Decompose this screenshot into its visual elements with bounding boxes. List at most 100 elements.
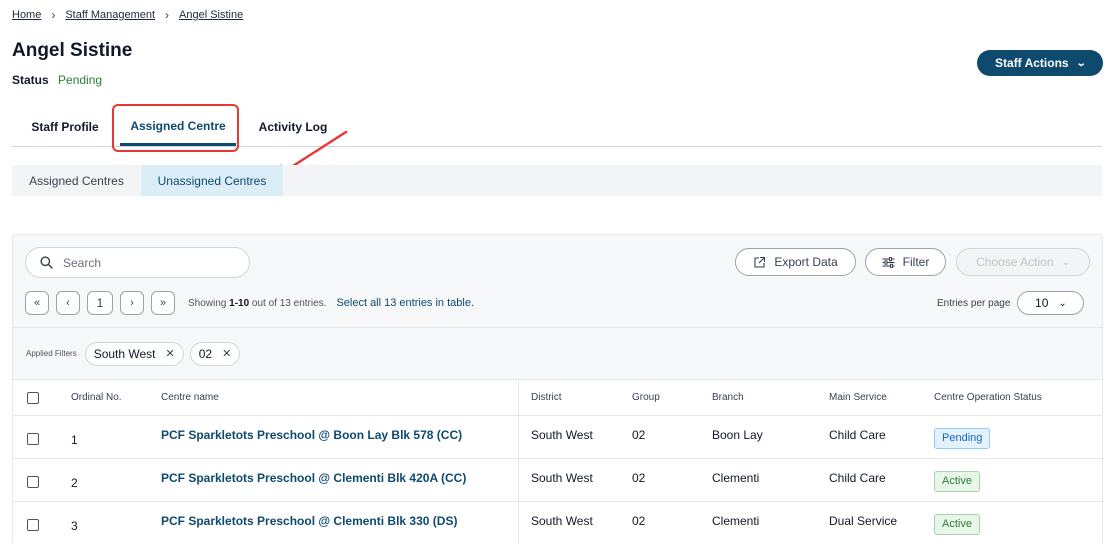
first-page-button[interactable]: «: [25, 291, 49, 315]
showing-prefix: Showing: [188, 297, 230, 309]
row-checkbox[interactable]: [27, 433, 39, 445]
prev-page-button[interactable]: ‹: [56, 291, 80, 315]
row-checkbox[interactable]: [27, 519, 39, 531]
header-checkbox-cell: [27, 380, 39, 415]
table-row[interactable]: 3 PCF Sparkletots Preschool @ Clementi B…: [13, 502, 1102, 543]
group-cell: 02: [632, 514, 646, 528]
highlight-box: [112, 104, 239, 152]
column-header[interactable]: Centre name: [161, 380, 219, 415]
applied-filters-bar: Applied Filters South West ✕ 02 ✕: [13, 327, 1102, 380]
column-header[interactable]: Group: [632, 380, 660, 415]
main-service-cell: Child Care: [829, 428, 886, 442]
main-service-cell: Child Care: [829, 471, 886, 485]
chevron-right-icon: ›: [51, 8, 56, 22]
centre-name-link[interactable]: PCF Sparkletots Preschool @ Clementi Blk…: [161, 502, 457, 543]
last-page-button[interactable]: »: [151, 291, 175, 315]
choose-action-dropdown[interactable]: Choose Action ⌄: [956, 248, 1090, 276]
chevron-right-icon: ›: [165, 8, 170, 22]
staff-status: Status Pending: [12, 73, 102, 87]
column-divider: [518, 380, 519, 415]
column-header[interactable]: Main Service: [829, 380, 887, 415]
centres-table: Ordinal No. Centre name District Group B…: [13, 380, 1102, 543]
column-divider: [518, 459, 519, 501]
entries-per-page-label: Entries per page: [937, 297, 1011, 309]
ordinal-cell: 2: [71, 476, 78, 490]
column-header[interactable]: Ordinal No.: [71, 380, 122, 415]
group-cell: 02: [632, 471, 646, 485]
column-divider: [518, 416, 519, 458]
row-checkbox-cell: [27, 502, 39, 543]
choose-action-label: Choose Action: [976, 255, 1054, 269]
row-checkbox-cell: [27, 416, 39, 458]
entries-per-page-select[interactable]: 10 ⌄: [1017, 291, 1085, 315]
district-cell: South West: [531, 514, 593, 528]
showing-range: 1-10: [229, 297, 250, 309]
ordinal-cell: 1: [71, 433, 78, 447]
group-cell: 02: [632, 428, 646, 442]
column-divider: [518, 502, 519, 543]
centre-name-link[interactable]: PCF Sparkletots Preschool @ Clementi Blk…: [161, 459, 466, 501]
breadcrumb: Home › Staff Management › Angel Sistine: [12, 8, 243, 22]
status-label: Status: [12, 73, 49, 87]
district-cell: South West: [531, 428, 593, 442]
chevron-down-icon: ⌄: [1075, 57, 1087, 69]
next-page-button[interactable]: ›: [120, 291, 144, 315]
column-header[interactable]: District: [531, 380, 562, 415]
centre-subtabs: Assigned Centres Unassigned Centres: [12, 165, 1102, 196]
status-badge: Active: [934, 470, 980, 492]
export-icon: [754, 256, 766, 268]
table-row[interactable]: 1 PCF Sparkletots Preschool @ Boon Lay B…: [13, 416, 1102, 459]
district-cell: South West: [531, 471, 593, 485]
status-cell: Active: [934, 459, 980, 501]
column-header[interactable]: Branch: [712, 380, 744, 415]
table-row[interactable]: 2 PCF Sparkletots Preschool @ Clementi B…: [13, 459, 1102, 502]
filter-label: Filter: [902, 255, 930, 269]
close-icon[interactable]: ✕: [166, 347, 175, 360]
filter-chip-label: 02: [198, 346, 213, 361]
filter-button[interactable]: Filter: [865, 248, 946, 276]
breadcrumb-current[interactable]: Angel Sistine: [179, 9, 243, 21]
showing-entries-text: Showing 1-10 out of 13 entries.: [188, 298, 326, 309]
current-page-button[interactable]: 1: [87, 291, 113, 315]
search-box: [25, 247, 250, 278]
status-cell: Active: [934, 502, 980, 543]
ordinal-cell: 3: [71, 519, 78, 533]
chevron-down-icon: ⌄: [1061, 256, 1070, 268]
page-title: Angel Sistine: [12, 40, 133, 61]
subtab-assigned-centres[interactable]: Assigned Centres: [12, 165, 141, 196]
select-all-link[interactable]: Select all 13 entries in table.: [336, 297, 474, 309]
filter-chip[interactable]: South West ✕: [84, 341, 184, 366]
tab-staff-profile[interactable]: Staff Profile: [30, 108, 100, 146]
filter-sliders-icon: [882, 256, 895, 268]
showing-suffix: out of 13 entries.: [249, 297, 327, 309]
main-service-cell: Dual Service: [829, 514, 898, 528]
branch-cell: Boon Lay: [712, 428, 763, 442]
entries-per-page: Entries per page 10 ⌄: [937, 291, 1085, 315]
export-data-label: Export Data: [774, 255, 838, 269]
branch-cell: Clementi: [712, 514, 760, 528]
search-icon: [40, 256, 53, 269]
staff-actions-button[interactable]: Staff Actions ⌄: [977, 50, 1103, 76]
status-badge: Pending: [934, 427, 991, 449]
breadcrumb-staff-management[interactable]: Staff Management: [65, 9, 155, 21]
close-icon[interactable]: ✕: [222, 347, 231, 360]
subtab-unassigned-centres[interactable]: Unassigned Centres: [141, 165, 283, 196]
filter-chip[interactable]: 02 ✕: [189, 341, 241, 366]
table-header-row: Ordinal No. Centre name District Group B…: [13, 380, 1102, 416]
pagination: « ‹ 1 › » Showing 1-10 out of 13 entries…: [25, 291, 474, 315]
row-checkbox[interactable]: [27, 476, 39, 488]
row-checkbox-cell: [27, 459, 39, 501]
chevron-down-icon: ⌄: [1058, 297, 1067, 309]
status-cell: Pending: [934, 416, 991, 458]
breadcrumb-home[interactable]: Home: [12, 9, 41, 21]
search-input[interactable]: [63, 255, 213, 270]
filter-chip-label: South West: [93, 346, 156, 361]
status-value: Pending: [58, 73, 103, 87]
select-all-checkbox[interactable]: [27, 391, 39, 404]
staff-actions-label: Staff Actions: [995, 56, 1069, 70]
branch-cell: Clementi: [712, 471, 760, 485]
column-header[interactable]: Centre Operation Status: [934, 380, 1042, 415]
centres-panel: Export Data Filter Choose Action ⌄ « ‹ 1…: [12, 234, 1103, 543]
export-data-button[interactable]: Export Data: [735, 248, 856, 276]
centre-name-link[interactable]: PCF Sparkletots Preschool @ Boon Lay Blk…: [161, 416, 462, 458]
